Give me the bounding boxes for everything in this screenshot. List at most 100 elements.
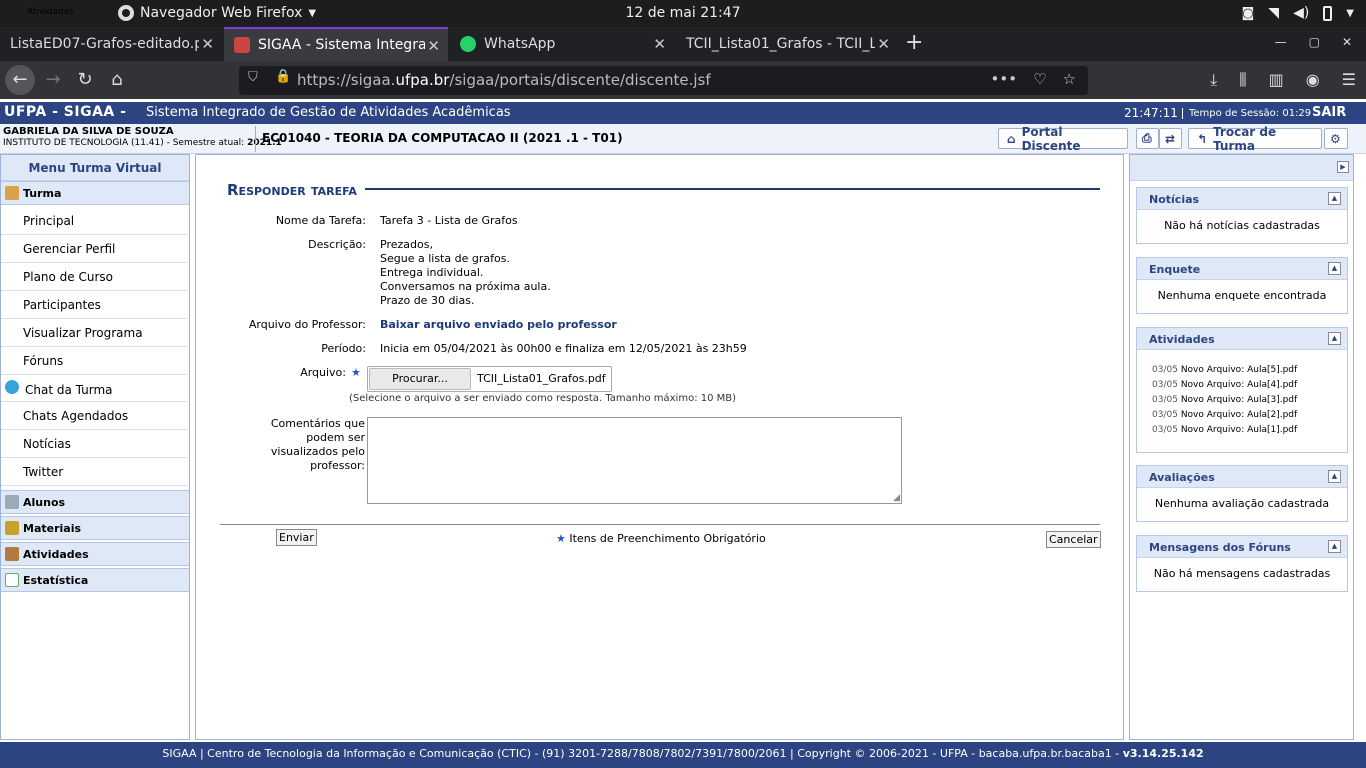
menu-section-atividades[interactable]: Atividades — [1, 542, 189, 566]
menu-section-alunos[interactable]: Alunos — [1, 490, 189, 514]
activities-button[interactable]: Atividades — [12, 5, 74, 20]
activities-title: Atividades — [1149, 333, 1215, 346]
activity-item[interactable]: 03/05 Novo Arquivo: Aula[2].pdf — [1137, 408, 1347, 423]
switch-icon[interactable]: ⇄ — [1159, 128, 1182, 149]
library-icon[interactable]: ⫼ — [1239, 70, 1246, 90]
print-icon[interactable]: ⎙ — [1136, 128, 1159, 149]
menu-item-plano-de-curso[interactable]: Plano de Curso — [1, 263, 187, 291]
app-menu[interactable]: Navegador Web Firefox ▼ — [118, 5, 316, 21]
portal-discente-button[interactable]: ⌂ Portal Discente — [998, 125, 1128, 153]
back-arrow-icon[interactable]: ← — [5, 65, 35, 95]
news-title: Notícias — [1149, 193, 1200, 206]
menu-item-chat[interactable]: Chat da Turma — [1, 375, 187, 402]
home-icon[interactable]: ⌂ — [102, 65, 132, 95]
tab-whatsapp[interactable]: WhatsApp ✕ — [450, 27, 674, 61]
resize-grip-icon[interactable]: ◢ — [893, 493, 900, 503]
close-icon[interactable]: ✕ — [199, 35, 214, 53]
settings-icon[interactable]: ⚙ — [1324, 128, 1348, 149]
file-hint: (Selecione o arquivo a ser enviado como … — [349, 393, 737, 404]
menu-section-turma[interactable]: Turma — [1, 181, 189, 205]
books-icon — [5, 521, 19, 535]
sigaa-logo[interactable]: UFPA - SIGAA - — [4, 104, 126, 120]
sidebar-icon[interactable]: ▥ — [1269, 70, 1284, 90]
volume-icon[interactable]: ◀) — [1293, 5, 1309, 21]
menu-item-twitter[interactable]: Twitter — [1, 458, 187, 486]
cancel-button[interactable]: Cancelar — [1046, 531, 1101, 548]
battery-icon[interactable] — [1323, 5, 1333, 21]
wifi-icon[interactable]: ◥ — [1268, 5, 1279, 21]
menu-icon[interactable]: ☰ — [1342, 70, 1356, 90]
menu-item-visualizar-programa[interactable]: Visualizar Programa — [1, 319, 187, 347]
collapse-icon[interactable]: ▲ — [1328, 262, 1341, 275]
collapse-icon[interactable]: ▲ — [1328, 192, 1341, 205]
collapse-icon[interactable]: ▲ — [1328, 332, 1341, 345]
forum-messages-box: Mensagens dos Fóruns ▲ Não há mensagens c… — [1136, 535, 1348, 592]
tab-sigaa[interactable]: SIGAA - Sistema Integrad ✕ — [224, 27, 448, 61]
close-icon[interactable]: ✕ — [425, 37, 440, 55]
close-window-icon[interactable]: ✕ — [1342, 35, 1352, 49]
comments-label: Comentários que podem ser visualizados pel… — [270, 417, 365, 472]
menu-section-materiais[interactable]: Materiais — [1, 516, 189, 540]
window-controls: — ▢ ✕ — [1275, 35, 1352, 49]
bookmark-star-icon[interactable]: ☆ — [1063, 70, 1076, 88]
description-value: Prezados, Segue a lista de grafos. Entrega… — [380, 238, 551, 307]
news-box: Notícias ▲ Não há notícias cadastradas — [1136, 187, 1348, 244]
navigation-bar: ← → ↻ ⌂ ⛉ 🔒 https://sigaa.ufpa.br/sigaa/… — [0, 61, 1366, 99]
browse-button[interactable]: Procurar... — [369, 368, 471, 390]
menu-item-foruns[interactable]: Fóruns — [1, 347, 187, 375]
home-icon: ⌂ — [1007, 131, 1016, 146]
activity-item[interactable]: 03/05 Novo Arquivo: Aula[1].pdf — [1137, 423, 1347, 438]
new-tab-button[interactable]: + — [905, 30, 923, 55]
menu-item-gerenciar-perfil[interactable]: Gerenciar Perfil — [1, 235, 187, 263]
activity-item[interactable]: 03/05 Novo Arquivo: Aula[5].pdf — [1137, 363, 1347, 378]
logout-link[interactable]: SAIR — [1312, 105, 1346, 120]
tab-pdf[interactable]: ListaED07-Grafos-editado.p ✕ — [0, 27, 222, 61]
required-note: ★ Itens de Preenchimento Obrigatório — [556, 532, 766, 545]
comments-textarea[interactable]: ◢ — [367, 417, 902, 504]
minimize-icon[interactable]: — — [1275, 35, 1287, 49]
shield-icon[interactable]: ⛉ — [248, 70, 258, 85]
discord-icon[interactable]: ◙ — [1242, 6, 1255, 21]
tab-tcii[interactable]: TCII_Lista01_Grafos - TCII_Li ✕ — [676, 27, 898, 61]
page-actions-icon[interactable]: ••• — [991, 70, 1018, 88]
chat-icon — [5, 380, 19, 394]
url-bar[interactable]: ⛉ 🔒 https://sigaa.ufpa.br/sigaa/portais/… — [239, 66, 1088, 95]
close-icon[interactable]: ✕ — [875, 35, 890, 53]
file-label: Arquivo: — [300, 366, 346, 379]
activity-item[interactable]: 03/05 Novo Arquivo: Aula[3].pdf — [1137, 393, 1347, 408]
panel-toggle[interactable]: ▶ — [1130, 155, 1353, 181]
toolbar-right: ⤓ ⫼ ▥ ◉ ☰ — [1210, 70, 1356, 90]
url-text[interactable]: https://sigaa.ufpa.br/sigaa/portais/disc… — [297, 71, 711, 89]
close-icon[interactable]: ✕ — [653, 35, 666, 53]
download-professor-file-link[interactable]: Baixar arquivo enviado pelo professor — [380, 318, 617, 332]
pocket-icon[interactable]: ♡ — [1033, 70, 1046, 88]
maximize-icon[interactable]: ▢ — [1309, 35, 1320, 49]
reload-icon[interactable]: ↻ — [70, 65, 100, 95]
menu-item-chats-agendados[interactable]: Chats Agendados — [1, 402, 187, 430]
file-input[interactable]: Procurar... TCII_Lista01_Grafos.pdf — [367, 366, 612, 392]
collapse-arrow-icon[interactable]: ▶ — [1337, 161, 1349, 173]
activities-box: Atividades ▲ 03/05 Novo Arquivo: Aula[5].… — [1136, 327, 1348, 453]
poll-box: Enquete ▲ Nenhuma enquete encontrada — [1136, 257, 1348, 314]
main-content: Responder tarefa Nome da Tarefa: Tarefa … — [195, 154, 1124, 740]
system-tray[interactable]: ◙ ◥ ◀) ▼ — [1242, 5, 1354, 21]
menu-item-participantes[interactable]: Participantes — [1, 291, 187, 319]
downloads-icon[interactable]: ⤓ — [1210, 70, 1217, 90]
firefox-icon — [118, 5, 134, 21]
send-button[interactable]: Enviar — [276, 529, 317, 546]
trocar-turma-button[interactable]: ↰ Trocar de Turma — [1188, 125, 1322, 153]
lock-icon[interactable]: 🔒 — [275, 69, 291, 84]
system-menu-arrow-icon[interactable]: ▼ — [1346, 8, 1354, 19]
description-label: Descrição: — [308, 238, 366, 251]
activity-item[interactable]: 03/05 Novo Arquivo: Aula[4].pdf — [1137, 378, 1347, 393]
news-empty: Não há notícias cadastradas — [1164, 219, 1320, 232]
period-value: Inicia em 05/04/2021 às 00h00 e finaliza… — [380, 342, 747, 355]
chart-icon — [5, 573, 19, 587]
menu-item-principal[interactable]: Principal — [1, 207, 187, 235]
collapse-icon[interactable]: ▲ — [1328, 470, 1341, 483]
account-icon[interactable]: ◉ — [1306, 70, 1320, 90]
collapse-icon[interactable]: ▲ — [1328, 540, 1341, 553]
forward-arrow-icon[interactable]: → — [38, 65, 68, 95]
menu-item-noticias[interactable]: Notícias — [1, 430, 187, 458]
menu-section-estatistica[interactable]: Estatística — [1, 568, 189, 592]
